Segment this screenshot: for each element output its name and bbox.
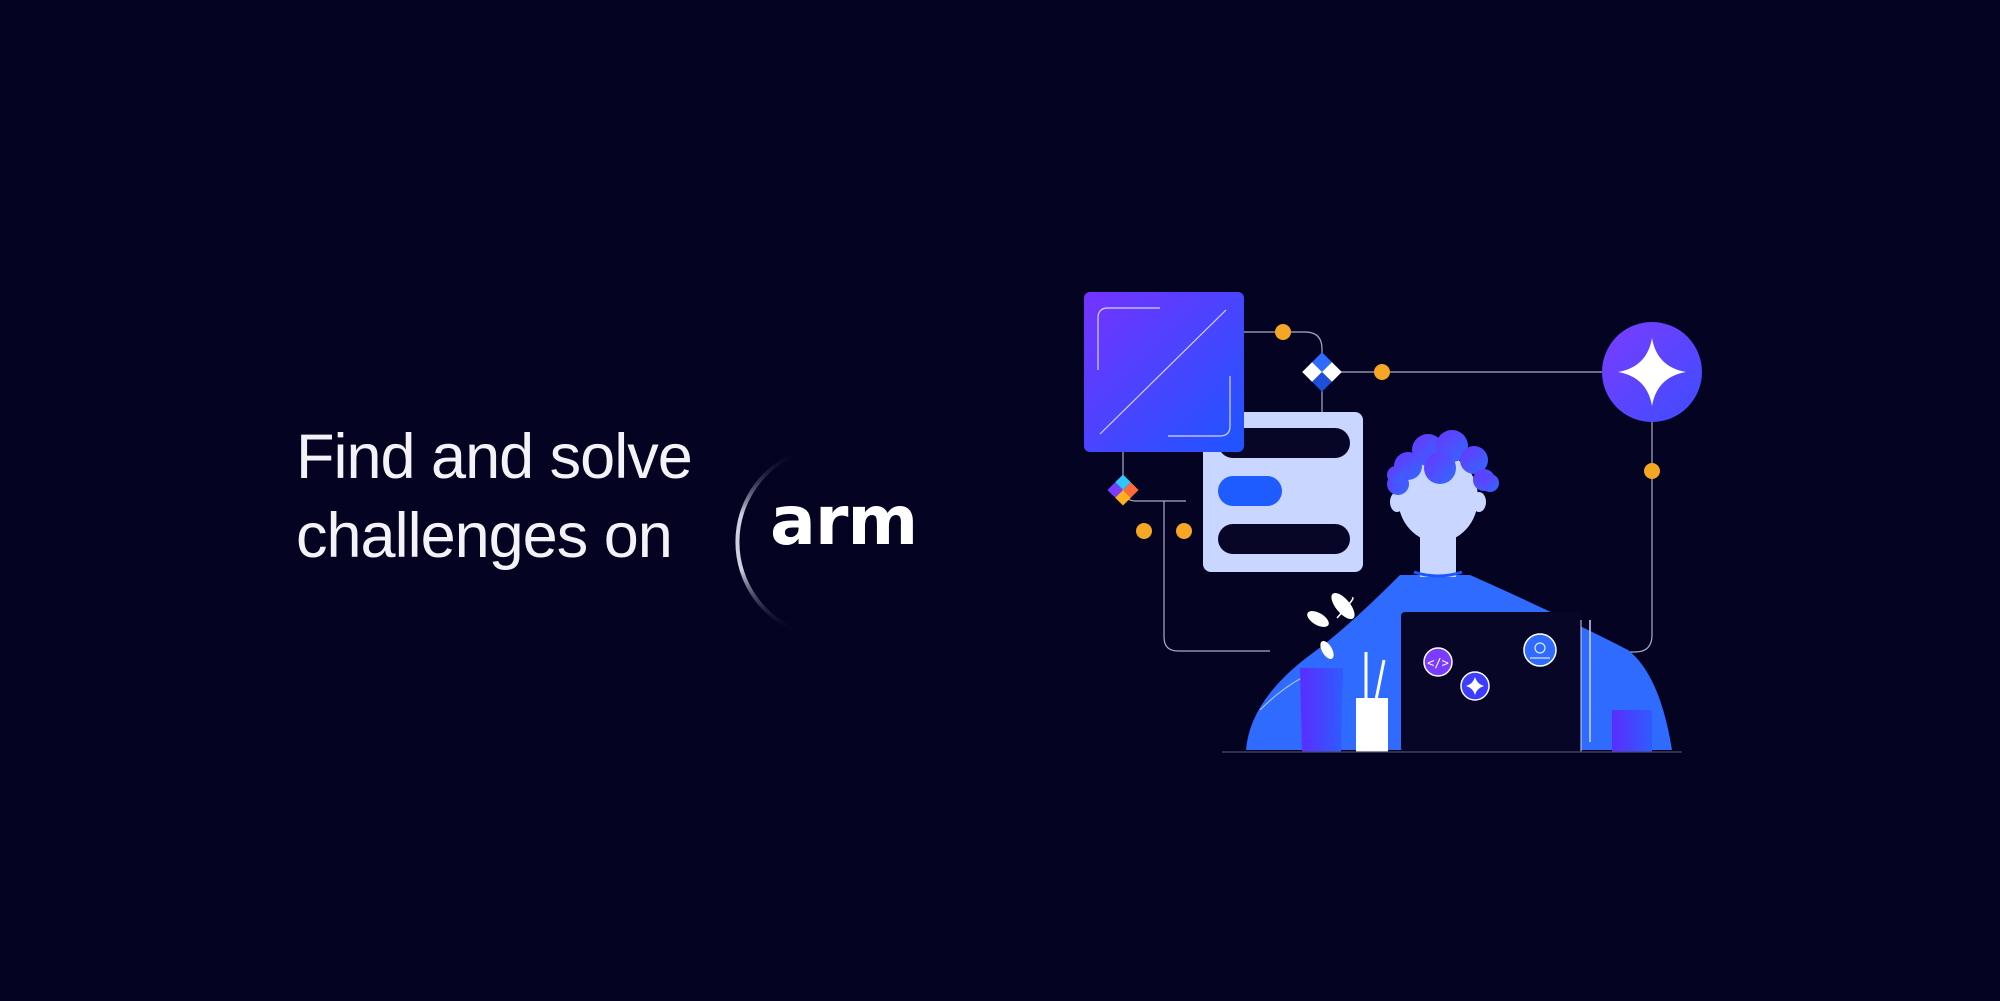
developer-illustration: </>: [1084, 292, 1702, 753]
globe-icon: [1523, 633, 1557, 667]
logo-text: arm: [770, 482, 918, 561]
mug: [1612, 710, 1652, 752]
svg-text:</>: </>: [1427, 656, 1449, 670]
headline-line-1: Find and solve: [296, 422, 693, 492]
headline-line-2: challenges on: [296, 501, 673, 571]
sparkle-icon: [1602, 322, 1702, 422]
arm-logo: arm: [730, 448, 930, 638]
sparkle-icon: [1460, 671, 1490, 701]
laptop: </>: [1401, 612, 1591, 752]
code-icon: </>: [1423, 647, 1453, 677]
gradient-card: [1084, 292, 1244, 452]
diamond-icon: [1302, 352, 1342, 392]
headline: Find and solve challenges on: [296, 418, 693, 576]
